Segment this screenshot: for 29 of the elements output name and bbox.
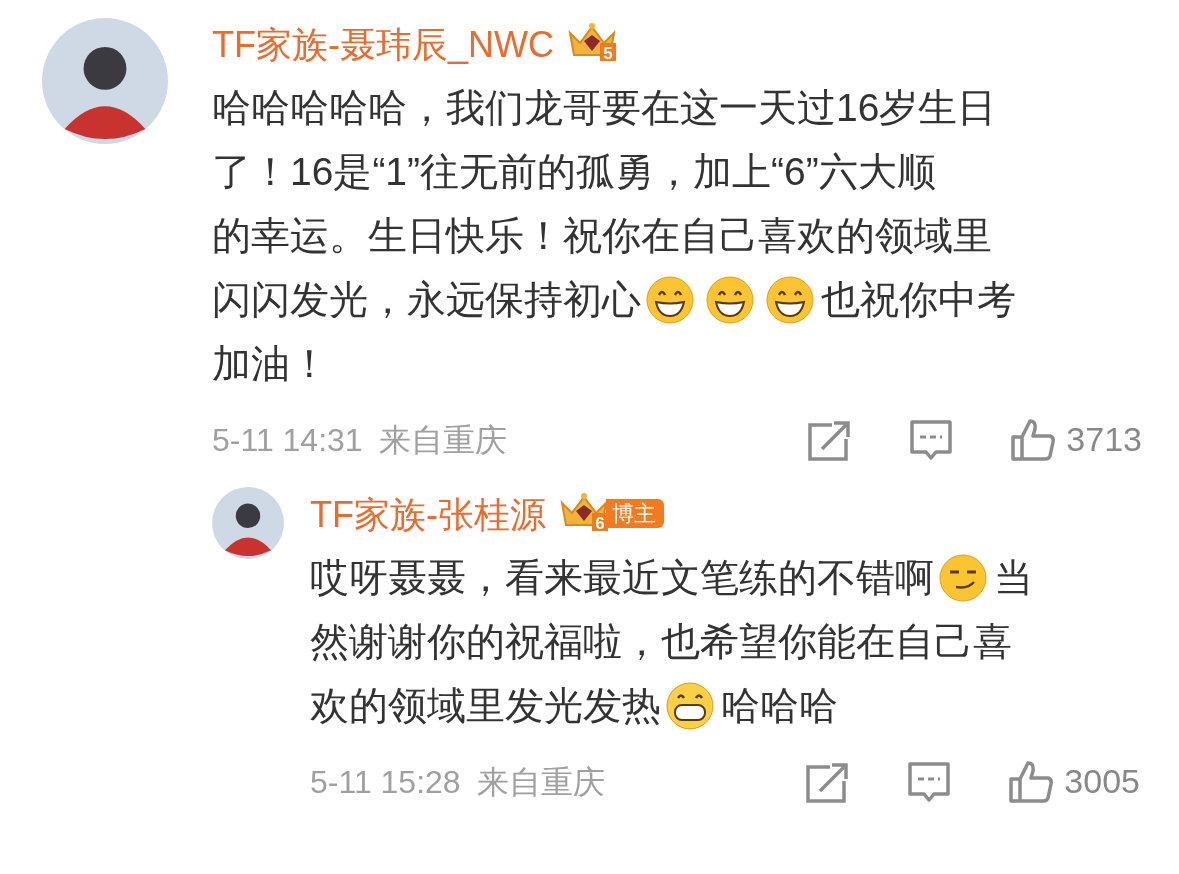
comment-text: 哎呀聂聂，看来最近文笔练的不错啊 bbox=[310, 555, 934, 601]
comment-text: 加油！ bbox=[212, 341, 329, 387]
comment-text: 也祝你中考 bbox=[821, 277, 1016, 323]
comment-location: 来自重庆 bbox=[378, 420, 507, 460]
like-count: 3713 bbox=[1066, 419, 1142, 460]
role-badge: 博主 bbox=[606, 499, 664, 528]
comment-text: 欢的领域里发光发热 bbox=[310, 683, 661, 729]
thumbs-up-icon[interactable] bbox=[1010, 416, 1057, 463]
grin-emoji-icon bbox=[705, 275, 755, 325]
thumbs-up-icon[interactable] bbox=[1008, 758, 1055, 805]
grin-emoji-icon bbox=[645, 275, 695, 325]
username[interactable]: TF家族-聂玮辰_NWC bbox=[212, 24, 554, 65]
avatar[interactable] bbox=[212, 487, 284, 559]
comment-text: 了！16是“1”往无前的孤勇，加上“6”六大顺 bbox=[212, 149, 936, 195]
username[interactable]: TF家族-张桂源 bbox=[310, 494, 546, 535]
grin-emoji-icon bbox=[665, 681, 715, 731]
avatar[interactable] bbox=[42, 18, 168, 144]
comment-text: 哈哈哈 bbox=[721, 683, 838, 729]
comment-text: 闪闪发光，永远保持初心 bbox=[212, 277, 641, 323]
comment-text: 然谢谢你的祝福啦，也希望你能在自己喜 bbox=[310, 619, 1012, 665]
comment-location: 来自重庆 bbox=[476, 762, 605, 802]
comment-text: 当 bbox=[994, 555, 1033, 601]
comment-date: 5-11 15:28 bbox=[310, 762, 461, 802]
comment-text: 哈哈哈哈哈，我们龙哥要在这一天过16岁生日 bbox=[212, 85, 997, 131]
comment-text: 的幸运。生日快乐！祝你在自己喜欢的领域里 bbox=[212, 213, 992, 259]
smirk-emoji-icon bbox=[938, 553, 988, 603]
grin-emoji-icon bbox=[765, 275, 815, 325]
like-count: 3005 bbox=[1064, 761, 1140, 802]
comment-date: 5-11 14:31 bbox=[212, 420, 363, 460]
